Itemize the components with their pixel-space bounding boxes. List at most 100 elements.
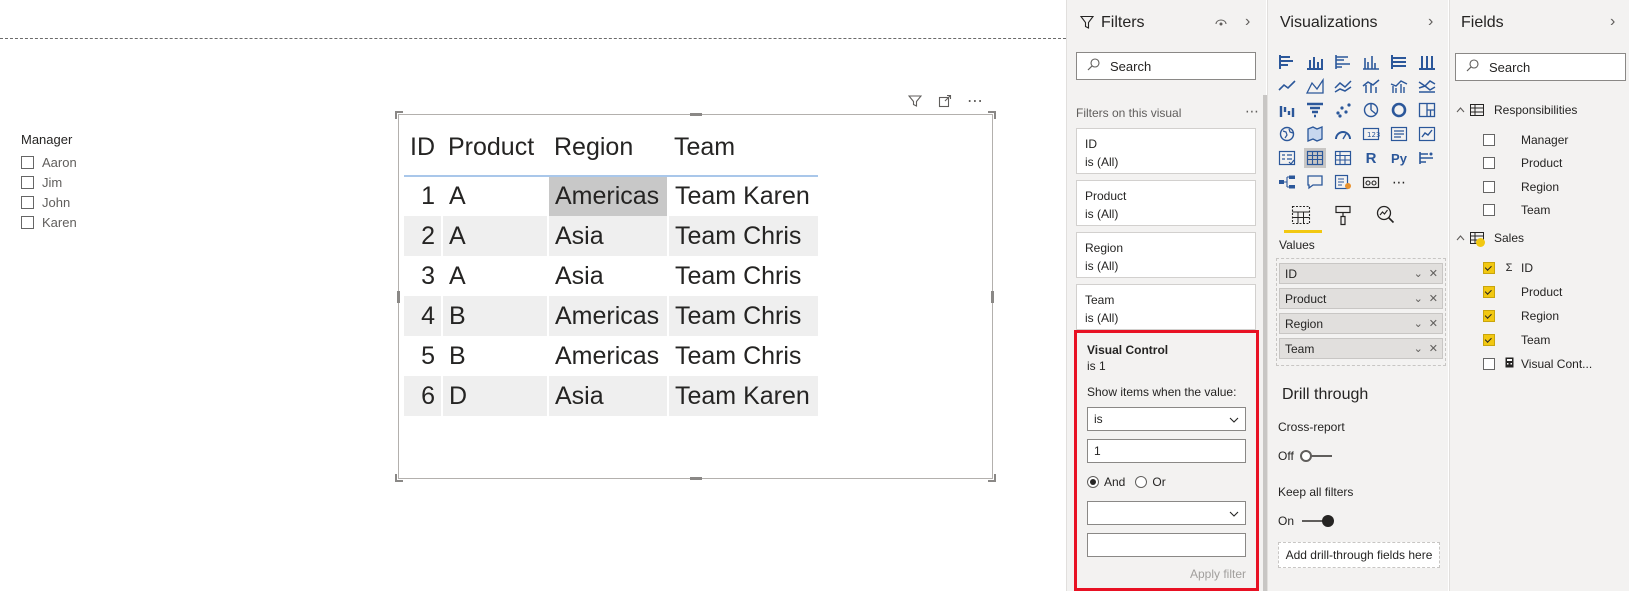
table-cell[interactable]: Americas (548, 296, 669, 336)
value-field-pill[interactable]: Product ⌄ ✕ (1279, 288, 1443, 309)
table-cell[interactable]: Team Chris (668, 256, 818, 296)
table-cell[interactable]: Team Chris (668, 336, 818, 376)
resize-handle[interactable] (689, 113, 702, 116)
table-cell[interactable]: 2 (404, 216, 443, 256)
card-icon[interactable]: 123 (1360, 124, 1382, 144)
checkbox[interactable] (1483, 204, 1495, 216)
stacked-bar-chart-icon[interactable] (1276, 52, 1298, 72)
clustered-column-chart-icon[interactable] (1360, 52, 1382, 72)
qa-visual-icon[interactable] (1304, 172, 1326, 192)
operator-dropdown[interactable]: is (1087, 407, 1246, 431)
fields-tab-icon[interactable] (1288, 202, 1314, 228)
remove-icon[interactable]: ✕ (1429, 292, 1438, 305)
table-cell[interactable]: A (442, 216, 549, 256)
table-cell[interactable]: 1 (404, 176, 443, 216)
column-header-region[interactable]: Region (548, 120, 668, 177)
waterfall-chart-icon[interactable] (1276, 100, 1298, 120)
matrix-icon[interactable] (1332, 148, 1354, 168)
chevron-up-icon[interactable] (1456, 105, 1470, 116)
value-field-pill[interactable]: ID ⌄ ✕ (1279, 263, 1443, 284)
table-cell[interactable]: Asia (548, 256, 669, 296)
table-cell[interactable]: Americas (548, 336, 669, 376)
value-field-pill[interactable]: Team ⌄ ✕ (1279, 338, 1443, 359)
collapse-pane-icon[interactable]: › (1245, 13, 1250, 31)
checkbox[interactable] (21, 155, 34, 169)
table-cell[interactable]: D (442, 376, 549, 416)
resize-handle[interactable] (988, 474, 996, 482)
map-icon[interactable] (1276, 124, 1298, 144)
field-item-product[interactable]: Product (1483, 156, 1562, 170)
report-canvas[interactable]: Manager Aaron Jim John Karen ⋯ ID Produc… (0, 0, 1066, 591)
table-cell[interactable]: Team Chris (668, 296, 818, 336)
python-visual-icon[interactable]: Py (1388, 148, 1410, 168)
100-stacked-column-chart-icon[interactable] (1416, 52, 1438, 72)
remove-icon[interactable]: ✕ (1429, 317, 1438, 330)
checkbox[interactable] (21, 215, 34, 229)
table-cell[interactable]: Team Chris (668, 216, 818, 256)
checkbox-checked[interactable] (1483, 286, 1495, 298)
values-well[interactable]: ID ⌄ ✕ Product ⌄ ✕ Region ⌄ ✕ Team ⌄ ✕ (1276, 258, 1446, 366)
table-cell[interactable]: B (442, 336, 549, 376)
filter-card-id[interactable]: ID is (All) (1076, 128, 1256, 174)
checkbox-checked[interactable] (1483, 310, 1495, 322)
table-node-sales[interactable]: Sales (1456, 231, 1524, 247)
smart-narrative-icon[interactable] (1332, 172, 1354, 192)
drill-through-drop-zone[interactable]: Add drill-through fields here (1278, 542, 1440, 568)
filter-card-product[interactable]: Product is (All) (1076, 180, 1256, 226)
table-cell[interactable]: 5 (404, 336, 443, 376)
column-header-team[interactable]: Team (668, 120, 818, 177)
filter-card-visual-control[interactable]: Visual Control is 1 Show items when the … (1074, 330, 1259, 591)
field-item-manager[interactable]: Manager (1483, 133, 1568, 147)
donut-chart-icon[interactable] (1388, 100, 1410, 120)
table-cell[interactable]: A (442, 176, 549, 216)
second-operator-dropdown[interactable] (1087, 501, 1246, 525)
column-header-product[interactable]: Product (442, 120, 548, 177)
fields-search-input[interactable]: Search (1455, 53, 1626, 81)
decomposition-tree-icon[interactable] (1276, 172, 1298, 192)
field-item-team[interactable]: Team (1483, 203, 1550, 217)
line-chart-icon[interactable] (1276, 76, 1298, 96)
collapse-pane-icon[interactable]: › (1610, 13, 1615, 31)
chevron-down-icon[interactable]: ⌄ (1414, 317, 1423, 330)
area-chart-icon[interactable] (1304, 76, 1326, 96)
multi-row-card-icon[interactable] (1388, 124, 1410, 144)
slicer-icon[interactable] (1276, 148, 1298, 168)
collapse-pane-icon[interactable]: › (1428, 13, 1433, 31)
scatter-chart-icon[interactable] (1332, 100, 1354, 120)
clustered-bar-chart-icon[interactable] (1332, 52, 1354, 72)
funnel-chart-icon[interactable] (1304, 100, 1326, 120)
field-item-team[interactable]: Team (1483, 333, 1550, 347)
table-cell[interactable]: 3 (404, 256, 443, 296)
checkbox-checked[interactable] (1483, 334, 1495, 346)
key-influencers-icon[interactable] (1416, 148, 1438, 168)
more-visuals-icon[interactable]: ⋯ (1388, 172, 1410, 192)
checkbox[interactable] (21, 175, 34, 189)
table-cell[interactable]: 6 (404, 376, 443, 416)
value-field-pill[interactable]: Region ⌄ ✕ (1279, 313, 1443, 334)
cross-report-toggle[interactable]: Off (1278, 449, 1332, 463)
table-node-responsibilities[interactable]: Responsibilities (1456, 103, 1577, 117)
filter-card-region[interactable]: Region is (All) (1076, 232, 1256, 278)
100-stacked-bar-chart-icon[interactable] (1388, 52, 1410, 72)
gauge-icon[interactable] (1332, 124, 1354, 144)
filters-search-input[interactable]: Search (1076, 52, 1256, 80)
filter-icon[interactable] (906, 92, 924, 110)
resize-handle[interactable] (991, 290, 994, 303)
line-and-stacked-column-chart-icon[interactable] (1360, 76, 1382, 96)
more-options-icon[interactable]: ⋯ (1245, 103, 1260, 120)
table-cell[interactable]: Team Karen (668, 176, 818, 216)
table-cell[interactable]: Team Karen (668, 376, 818, 416)
checkbox[interactable] (1483, 157, 1495, 169)
slicer-item-john[interactable]: John (21, 192, 141, 212)
remove-icon[interactable]: ✕ (1429, 267, 1438, 280)
line-and-clustered-column-chart-icon[interactable] (1388, 76, 1410, 96)
checkbox-checked[interactable] (1483, 262, 1495, 274)
chevron-down-icon[interactable]: ⌄ (1414, 342, 1423, 355)
more-options-icon[interactable]: ⋯ (966, 92, 984, 110)
or-radio[interactable]: Or (1135, 475, 1166, 489)
filled-map-icon[interactable] (1304, 124, 1326, 144)
remove-icon[interactable]: ✕ (1429, 342, 1438, 355)
slicer-item-jim[interactable]: Jim (21, 172, 141, 192)
table-visual-icon[interactable] (1304, 148, 1326, 168)
analytics-magnifier-icon[interactable] (1372, 202, 1398, 228)
